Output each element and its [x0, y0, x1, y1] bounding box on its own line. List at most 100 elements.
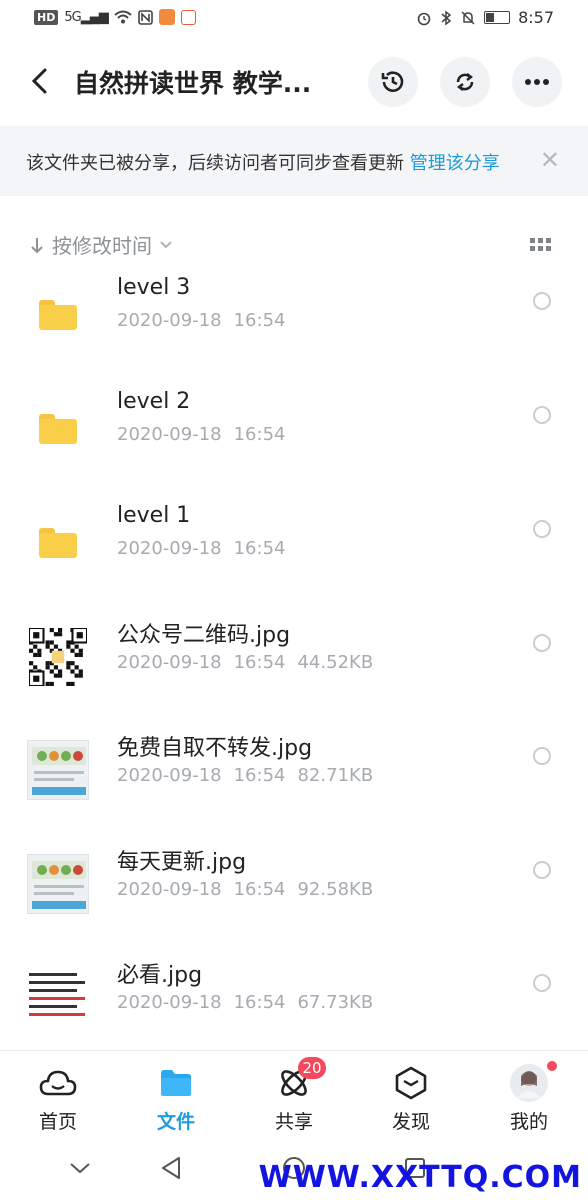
file-time: 16:54: [233, 424, 286, 445]
file-size: 44.52KB: [297, 652, 374, 673]
file-meta: 2020-09-18 16:54 67.73KB: [117, 992, 385, 1013]
file-size: 67.73KB: [297, 992, 374, 1013]
system-back-icon[interactable]: [160, 1156, 182, 1180]
system-down-icon[interactable]: [68, 1160, 92, 1176]
page-title: 自然拼读世界 教学...: [74, 69, 312, 98]
nav-home[interactable]: 首页: [18, 1065, 98, 1134]
select-radio[interactable]: [533, 861, 551, 879]
file-date: 2020-09-18: [117, 538, 222, 559]
file-time: 16:54: [233, 765, 286, 786]
file-name: 免费自取不转发.jpg: [117, 736, 313, 761]
share-banner-text: 该文件夹已被分享，后续访问者可同步查看更新: [26, 153, 404, 174]
nav-label-me: 我的: [509, 1111, 548, 1133]
file-name: 必看.jpg: [117, 963, 203, 988]
cube-icon: [395, 1066, 427, 1100]
file-row[interactable]: 必看.jpg 2020-09-18 16:54 67.73KB: [0, 944, 588, 1057]
file-date: 2020-09-18: [117, 992, 222, 1013]
signal-icon: 5G▂▄▆: [64, 9, 108, 25]
app-notification-icon: [158, 9, 175, 25]
file-date: 2020-09-18: [117, 310, 222, 331]
bottom-nav: 首页 文件 20 共享 发现 我的: [0, 1050, 588, 1141]
nav-share[interactable]: 20 共享: [254, 1057, 334, 1134]
nav-label-home: 首页: [38, 1111, 77, 1133]
select-radio[interactable]: [533, 292, 551, 310]
folder-icon: [161, 1070, 191, 1096]
share-banner: 该文件夹已被分享，后续访问者可同步查看更新 管理该分享 ✕: [0, 126, 588, 196]
mute-icon: [461, 10, 475, 25]
file-meta: 2020-09-18 16:54 82.71KB: [117, 765, 385, 786]
file-size: 92.58KB: [297, 879, 374, 900]
bluetooth-icon: [441, 10, 452, 25]
more-icon: [525, 79, 549, 85]
more-button[interactable]: [512, 57, 562, 107]
nav-label-files: 文件: [156, 1111, 195, 1133]
wifi-icon: [114, 10, 132, 24]
folder-icon: [26, 284, 90, 346]
select-radio[interactable]: [533, 974, 551, 992]
select-radio[interactable]: [533, 406, 551, 424]
file-date: 2020-09-18: [117, 765, 222, 786]
watermark: WWW.XXTTQ.COM: [258, 1160, 582, 1195]
share-count-badge: 20: [298, 1057, 326, 1079]
nav-discover[interactable]: 发现: [371, 1065, 451, 1134]
manage-share-link[interactable]: 管理该分享: [410, 153, 500, 174]
status-bar: HD 5G▂▄▆ 8:57: [0, 0, 588, 36]
history-button[interactable]: [368, 57, 418, 107]
qr-code-thumbnail: [26, 626, 90, 688]
file-name: 公众号二维码.jpg: [117, 623, 291, 648]
file-name: 每天更新.jpg: [117, 850, 247, 875]
battery-icon: [484, 11, 511, 24]
nav-files[interactable]: 文件: [136, 1065, 216, 1134]
file-time: 16:54: [233, 992, 286, 1013]
file-row[interactable]: level 2 2020-09-18 16:54: [0, 376, 588, 489]
file-row[interactable]: 公众号二维码.jpg 2020-09-18 16:54 44.52KB: [0, 604, 588, 717]
alarm-icon: [417, 12, 431, 25]
select-radio[interactable]: [533, 520, 551, 538]
sync-button[interactable]: [440, 57, 490, 107]
folder-icon: [26, 398, 90, 460]
select-radio[interactable]: [533, 634, 551, 652]
file-meta: 2020-09-18 16:54: [117, 310, 309, 331]
folder-icon: [26, 512, 90, 574]
image-thumbnail: [26, 966, 90, 1028]
back-arrow-icon[interactable]: [28, 66, 52, 96]
nav-label-share: 共享: [274, 1111, 313, 1133]
file-date: 2020-09-18: [117, 879, 222, 900]
file-row[interactable]: level 3 2020-09-18 16:54: [0, 262, 588, 375]
sync-icon: [456, 73, 474, 91]
notification-dot: [547, 1061, 557, 1071]
file-meta: 2020-09-18 16:54 44.52KB: [117, 652, 385, 673]
weibo-notification-icon: [180, 9, 196, 25]
sort-arrow-icon: [31, 237, 43, 253]
file-row[interactable]: level 1 2020-09-18 16:54: [0, 490, 588, 603]
sort-label: 按修改时间: [52, 234, 152, 258]
file-size: 82.71KB: [297, 765, 374, 786]
history-icon: [381, 71, 404, 92]
file-time: 16:54: [233, 652, 286, 673]
select-radio[interactable]: [533, 747, 551, 765]
image-thumbnail: [26, 739, 90, 801]
avatar-icon: [510, 1064, 548, 1102]
grid-view-icon[interactable]: [530, 238, 552, 252]
file-name: level 1: [117, 503, 191, 528]
hd-badge: HD: [34, 9, 59, 25]
file-meta: 2020-09-18 16:54 92.58KB: [117, 879, 385, 900]
close-icon[interactable]: ✕: [540, 146, 560, 174]
nav-label-discover: 发现: [391, 1111, 430, 1133]
sort-selector[interactable]: 按修改时间: [30, 230, 172, 259]
file-name: level 2: [117, 389, 191, 414]
file-name: level 3: [117, 275, 191, 300]
image-thumbnail: [26, 853, 90, 915]
nfc-icon: [137, 9, 153, 25]
nav-me[interactable]: 我的: [489, 1061, 569, 1134]
status-time: 8:57: [518, 8, 554, 27]
file-time: 16:54: [233, 538, 286, 559]
cloud-icon: [39, 1070, 77, 1096]
file-time: 16:54: [233, 879, 286, 900]
file-row[interactable]: 每天更新.jpg 2020-09-18 16:54 92.58KB: [0, 831, 588, 944]
file-meta: 2020-09-18 16:54: [117, 424, 309, 445]
chevron-down-icon: [160, 240, 172, 248]
file-time: 16:54: [233, 310, 286, 331]
file-date: 2020-09-18: [117, 652, 222, 673]
file-row[interactable]: 免费自取不转发.jpg 2020-09-18 16:54 82.71KB: [0, 717, 588, 830]
